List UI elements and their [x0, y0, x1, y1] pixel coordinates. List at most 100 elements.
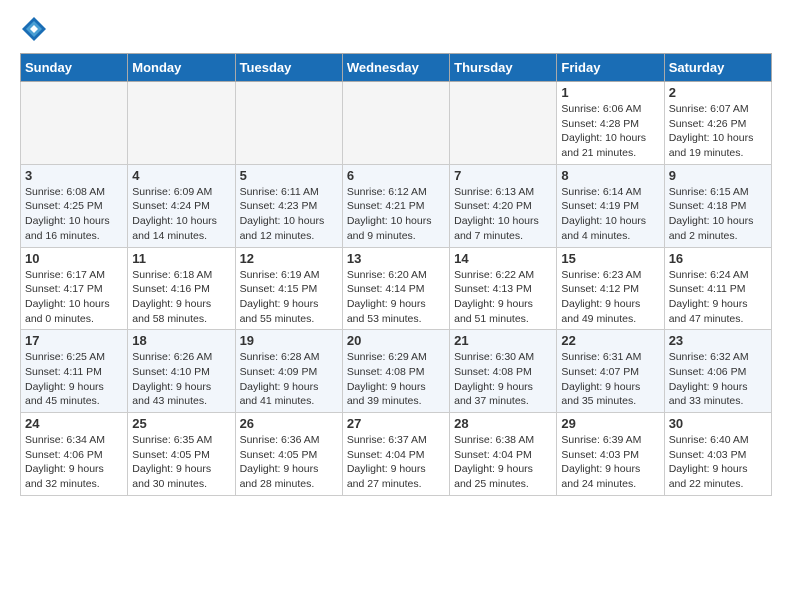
calendar-cell: 3Sunrise: 6:08 AM Sunset: 4:25 PM Daylig…	[21, 164, 128, 247]
calendar-cell: 6 Sunrise: 6:12 AM Sunset: 4:21 PM Daylig…	[342, 164, 449, 247]
day-number: 14	[454, 251, 552, 266]
day-content: Sunrise: 6:32 AM Sunset: 4:06 PM Dayligh…	[669, 350, 767, 409]
day-number: 12	[240, 251, 338, 266]
day-number: 25	[132, 416, 230, 431]
day-content: Sunrise: 6:37 AM Sunset: 4:04 PM Dayligh…	[347, 433, 445, 492]
day-content: Sunrise: 6:14 AM Sunset: 4:19 PM Dayligh…	[561, 185, 659, 244]
weekday-header: Tuesday	[235, 54, 342, 82]
day-content: Sunrise: 6:12 AM Sunset: 4:21 PM Dayligh…	[347, 185, 445, 244]
calendar-week-row: 10 Sunrise: 6:17 AM Sunset: 4:17 PM Dayli…	[21, 247, 772, 330]
calendar-cell: 26Sunrise: 6:36 AM Sunset: 4:05 PM Dayli…	[235, 413, 342, 496]
calendar-week-row: 3Sunrise: 6:08 AM Sunset: 4:25 PM Daylig…	[21, 164, 772, 247]
calendar-header-row: SundayMondayTuesdayWednesdayThursdayFrid…	[21, 54, 772, 82]
day-number: 16	[669, 251, 767, 266]
day-number: 3	[25, 168, 123, 183]
day-number: 27	[347, 416, 445, 431]
calendar-cell: 30 Sunrise: 6:40 AM Sunset: 4:03 PM Dayli…	[664, 413, 771, 496]
day-content: Sunrise: 6:20 AM Sunset: 4:14 PM Dayligh…	[347, 268, 445, 327]
calendar-cell	[450, 82, 557, 165]
page-header	[20, 15, 772, 43]
day-number: 8	[561, 168, 659, 183]
day-content: Sunrise: 6:38 AM Sunset: 4:04 PM Dayligh…	[454, 433, 552, 492]
calendar-cell	[235, 82, 342, 165]
day-content: Sunrise: 6:09 AM Sunset: 4:24 PM Dayligh…	[132, 185, 230, 244]
day-content: Sunrise: 6:30 AM Sunset: 4:08 PM Dayligh…	[454, 350, 552, 409]
weekday-header: Wednesday	[342, 54, 449, 82]
calendar-cell: 5Sunrise: 6:11 AM Sunset: 4:23 PM Daylig…	[235, 164, 342, 247]
calendar-cell: 16 Sunrise: 6:24 AM Sunset: 4:11 PM Dayli…	[664, 247, 771, 330]
calendar-cell: 2 Sunrise: 6:07 AM Sunset: 4:26 PM Daylig…	[664, 82, 771, 165]
calendar-cell: 21 Sunrise: 6:30 AM Sunset: 4:08 PM Dayli…	[450, 330, 557, 413]
calendar-cell: 20Sunrise: 6:29 AM Sunset: 4:08 PM Dayli…	[342, 330, 449, 413]
day-number: 17	[25, 333, 123, 348]
calendar-cell: 8 Sunrise: 6:14 AM Sunset: 4:19 PM Daylig…	[557, 164, 664, 247]
day-number: 29	[561, 416, 659, 431]
day-number: 26	[240, 416, 338, 431]
day-content: Sunrise: 6:15 AM Sunset: 4:18 PM Dayligh…	[669, 185, 767, 244]
calendar-cell: 19 Sunrise: 6:28 AM Sunset: 4:09 PM Dayli…	[235, 330, 342, 413]
day-content: Sunrise: 6:22 AM Sunset: 4:13 PM Dayligh…	[454, 268, 552, 327]
day-content: Sunrise: 6:17 AM Sunset: 4:17 PM Dayligh…	[25, 268, 123, 327]
day-number: 11	[132, 251, 230, 266]
weekday-header: Sunday	[21, 54, 128, 82]
weekday-header: Thursday	[450, 54, 557, 82]
page-container: SundayMondayTuesdayWednesdayThursdayFrid…	[0, 0, 792, 511]
day-content: Sunrise: 6:19 AM Sunset: 4:15 PM Dayligh…	[240, 268, 338, 327]
calendar-table: SundayMondayTuesdayWednesdayThursdayFrid…	[20, 53, 772, 496]
day-content: Sunrise: 6:28 AM Sunset: 4:09 PM Dayligh…	[240, 350, 338, 409]
calendar-week-row: 17 Sunrise: 6:25 AM Sunset: 4:11 PM Dayli…	[21, 330, 772, 413]
day-content: Sunrise: 6:25 AM Sunset: 4:11 PM Dayligh…	[25, 350, 123, 409]
day-number: 13	[347, 251, 445, 266]
calendar-cell: 11 Sunrise: 6:18 AM Sunset: 4:16 PM Dayli…	[128, 247, 235, 330]
calendar-cell: 27 Sunrise: 6:37 AM Sunset: 4:04 PM Dayli…	[342, 413, 449, 496]
day-number: 30	[669, 416, 767, 431]
day-content: Sunrise: 6:18 AM Sunset: 4:16 PM Dayligh…	[132, 268, 230, 327]
calendar-cell: 24Sunrise: 6:34 AM Sunset: 4:06 PM Dayli…	[21, 413, 128, 496]
calendar-cell: 10 Sunrise: 6:17 AM Sunset: 4:17 PM Dayli…	[21, 247, 128, 330]
day-number: 9	[669, 168, 767, 183]
weekday-header: Saturday	[664, 54, 771, 82]
day-number: 10	[25, 251, 123, 266]
day-number: 18	[132, 333, 230, 348]
calendar-cell	[128, 82, 235, 165]
day-number: 21	[454, 333, 552, 348]
calendar-cell: 14 Sunrise: 6:22 AM Sunset: 4:13 PM Dayli…	[450, 247, 557, 330]
day-content: Sunrise: 6:13 AM Sunset: 4:20 PM Dayligh…	[454, 185, 552, 244]
day-number: 19	[240, 333, 338, 348]
logo-icon	[20, 15, 48, 43]
day-content: Sunrise: 6:06 AM Sunset: 4:28 PM Dayligh…	[561, 102, 659, 161]
calendar-cell: 22 Sunrise: 6:31 AM Sunset: 4:07 PM Dayli…	[557, 330, 664, 413]
day-content: Sunrise: 6:40 AM Sunset: 4:03 PM Dayligh…	[669, 433, 767, 492]
day-number: 1	[561, 85, 659, 100]
calendar-cell	[342, 82, 449, 165]
weekday-header: Friday	[557, 54, 664, 82]
day-content: Sunrise: 6:29 AM Sunset: 4:08 PM Dayligh…	[347, 350, 445, 409]
day-number: 7	[454, 168, 552, 183]
day-content: Sunrise: 6:07 AM Sunset: 4:26 PM Dayligh…	[669, 102, 767, 161]
calendar-cell: 17 Sunrise: 6:25 AM Sunset: 4:11 PM Dayli…	[21, 330, 128, 413]
day-content: Sunrise: 6:23 AM Sunset: 4:12 PM Dayligh…	[561, 268, 659, 327]
calendar-cell: 15Sunrise: 6:23 AM Sunset: 4:12 PM Dayli…	[557, 247, 664, 330]
calendar-week-row: 1 Sunrise: 6:06 AM Sunset: 4:28 PM Daylig…	[21, 82, 772, 165]
weekday-header: Monday	[128, 54, 235, 82]
day-content: Sunrise: 6:39 AM Sunset: 4:03 PM Dayligh…	[561, 433, 659, 492]
calendar-cell	[21, 82, 128, 165]
day-number: 28	[454, 416, 552, 431]
calendar-cell: 28 Sunrise: 6:38 AM Sunset: 4:04 PM Dayli…	[450, 413, 557, 496]
day-content: Sunrise: 6:35 AM Sunset: 4:05 PM Dayligh…	[132, 433, 230, 492]
calendar-cell: 29 Sunrise: 6:39 AM Sunset: 4:03 PM Dayli…	[557, 413, 664, 496]
day-content: Sunrise: 6:24 AM Sunset: 4:11 PM Dayligh…	[669, 268, 767, 327]
calendar-cell: 25 Sunrise: 6:35 AM Sunset: 4:05 PM Dayli…	[128, 413, 235, 496]
calendar-cell: 4 Sunrise: 6:09 AM Sunset: 4:24 PM Daylig…	[128, 164, 235, 247]
calendar-cell: 1 Sunrise: 6:06 AM Sunset: 4:28 PM Daylig…	[557, 82, 664, 165]
day-number: 23	[669, 333, 767, 348]
day-number: 4	[132, 168, 230, 183]
day-number: 22	[561, 333, 659, 348]
day-content: Sunrise: 6:11 AM Sunset: 4:23 PM Dayligh…	[240, 185, 338, 244]
day-content: Sunrise: 6:31 AM Sunset: 4:07 PM Dayligh…	[561, 350, 659, 409]
calendar-cell: 12 Sunrise: 6:19 AM Sunset: 4:15 PM Dayli…	[235, 247, 342, 330]
calendar-cell: 9 Sunrise: 6:15 AM Sunset: 4:18 PM Daylig…	[664, 164, 771, 247]
day-number: 2	[669, 85, 767, 100]
day-number: 6	[347, 168, 445, 183]
day-content: Sunrise: 6:26 AM Sunset: 4:10 PM Dayligh…	[132, 350, 230, 409]
